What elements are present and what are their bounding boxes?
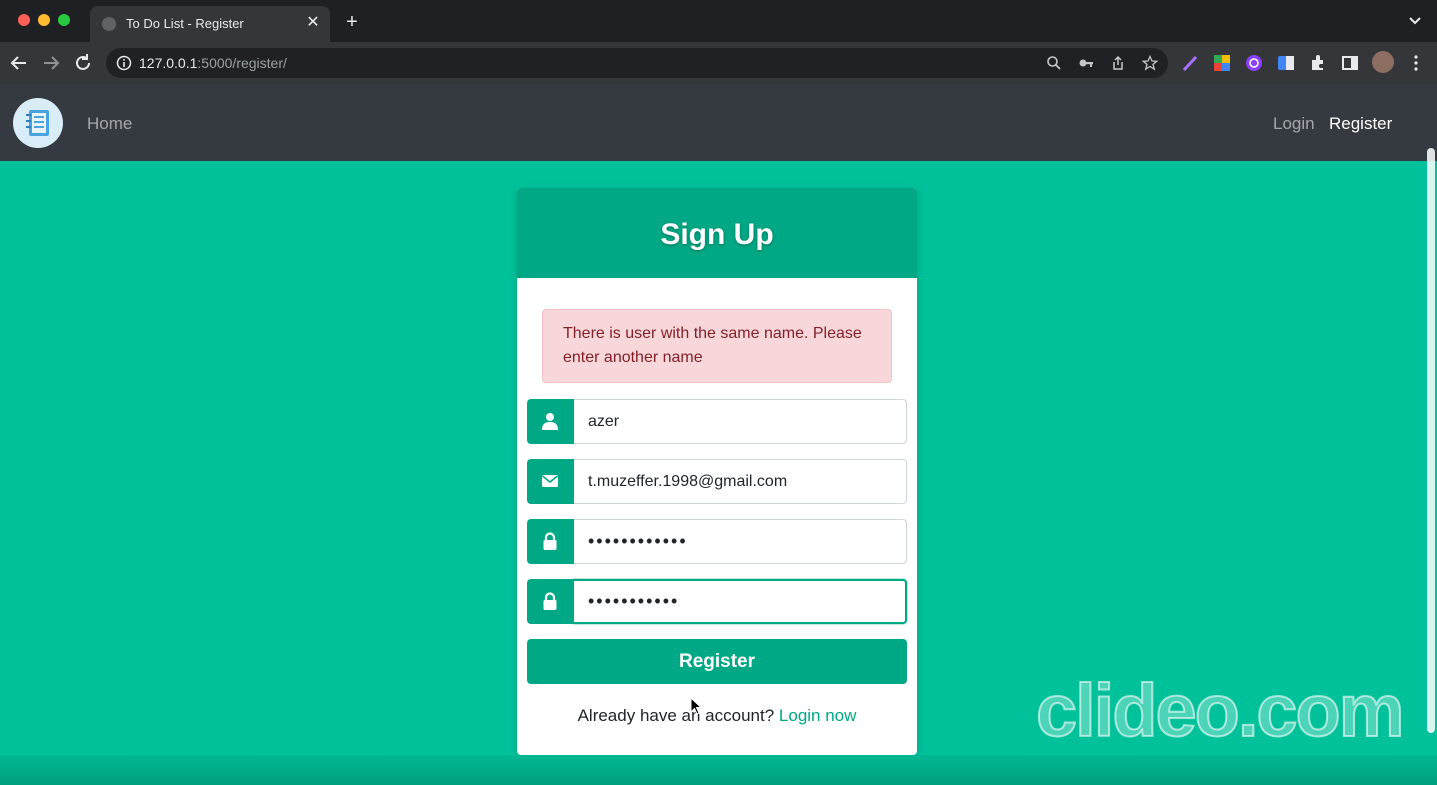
search-icon[interactable] [1046, 55, 1062, 71]
vpn-extension-icon[interactable] [1244, 53, 1264, 73]
close-window-button[interactable] [18, 14, 30, 26]
url-path: :5000/register/ [197, 55, 287, 71]
address-bar[interactable]: 127.0.0.1:5000/register/ [106, 48, 1168, 78]
chevron-down-icon[interactable] [1407, 12, 1423, 28]
notebook-logo-icon[interactable] [13, 98, 63, 148]
translate-extension-icon[interactable] [1276, 53, 1296, 73]
feather-extension-icon[interactable] [1180, 53, 1200, 73]
share-icon[interactable] [1110, 55, 1126, 71]
star-icon[interactable] [1142, 55, 1158, 71]
lock-icon [527, 579, 574, 624]
nav-link-home[interactable]: Home [87, 114, 132, 134]
back-arrow-icon[interactable] [8, 52, 30, 74]
profile-avatar[interactable] [1372, 51, 1394, 73]
email-input[interactable] [574, 459, 907, 504]
confirm-password-group [527, 579, 907, 624]
watermark: clideo.com [1035, 668, 1406, 753]
url-text: 127.0.0.1:5000/register/ [139, 55, 287, 71]
user-icon [527, 399, 574, 444]
tab-close-icon[interactable]: ✕ [304, 14, 322, 32]
kebab-menu-icon[interactable] [1406, 53, 1426, 73]
password-group [527, 519, 907, 564]
browser-tabstrip: To Do List - Register ✕ + [0, 0, 1437, 42]
mouse-cursor-icon [690, 697, 703, 715]
page-bottom [0, 755, 1437, 785]
tab-title: To Do List - Register [126, 16, 244, 31]
error-alert: There is user with the same name. Please… [542, 309, 892, 383]
reload-icon[interactable] [72, 52, 94, 74]
page-title: Sign Up [660, 218, 774, 251]
username-group [527, 399, 907, 444]
browser-tab[interactable]: To Do List - Register ✕ [90, 6, 330, 42]
register-button[interactable]: Register [527, 639, 907, 684]
browser-toolbar: 127.0.0.1:5000/register/ [0, 42, 1437, 84]
login-prompt: Already have an account? Login now [517, 706, 917, 726]
email-group [527, 459, 907, 504]
username-input[interactable] [574, 399, 907, 444]
extensions-puzzle-icon[interactable] [1308, 53, 1328, 73]
nav-link-register[interactable]: Register [1329, 114, 1392, 134]
lock-icon [527, 519, 574, 564]
info-icon[interactable] [116, 55, 132, 71]
url-host: 127.0.0.1 [139, 55, 198, 71]
login-prompt-text: Already have an account? [577, 706, 775, 725]
envelope-icon [527, 459, 574, 504]
minimize-window-button[interactable] [38, 14, 50, 26]
password-input[interactable] [574, 519, 907, 564]
confirm-password-input[interactable] [574, 579, 907, 624]
login-now-link[interactable]: Login now [779, 706, 857, 725]
forward-arrow-icon[interactable] [40, 52, 62, 74]
new-tab-button[interactable]: + [342, 12, 362, 32]
puzzle-color-extension-icon[interactable] [1212, 53, 1232, 73]
card-header: Sign Up [517, 188, 917, 278]
globe-icon [102, 17, 116, 31]
side-panel-icon[interactable] [1340, 53, 1360, 73]
key-icon[interactable] [1078, 55, 1094, 71]
maximize-window-button[interactable] [58, 14, 70, 26]
nav-link-login[interactable]: Login [1273, 114, 1315, 134]
site-navbar: Home Login Register [0, 84, 1437, 161]
scrollbar[interactable] [1427, 148, 1435, 733]
signup-card: Sign Up There is user with the same name… [517, 188, 917, 755]
